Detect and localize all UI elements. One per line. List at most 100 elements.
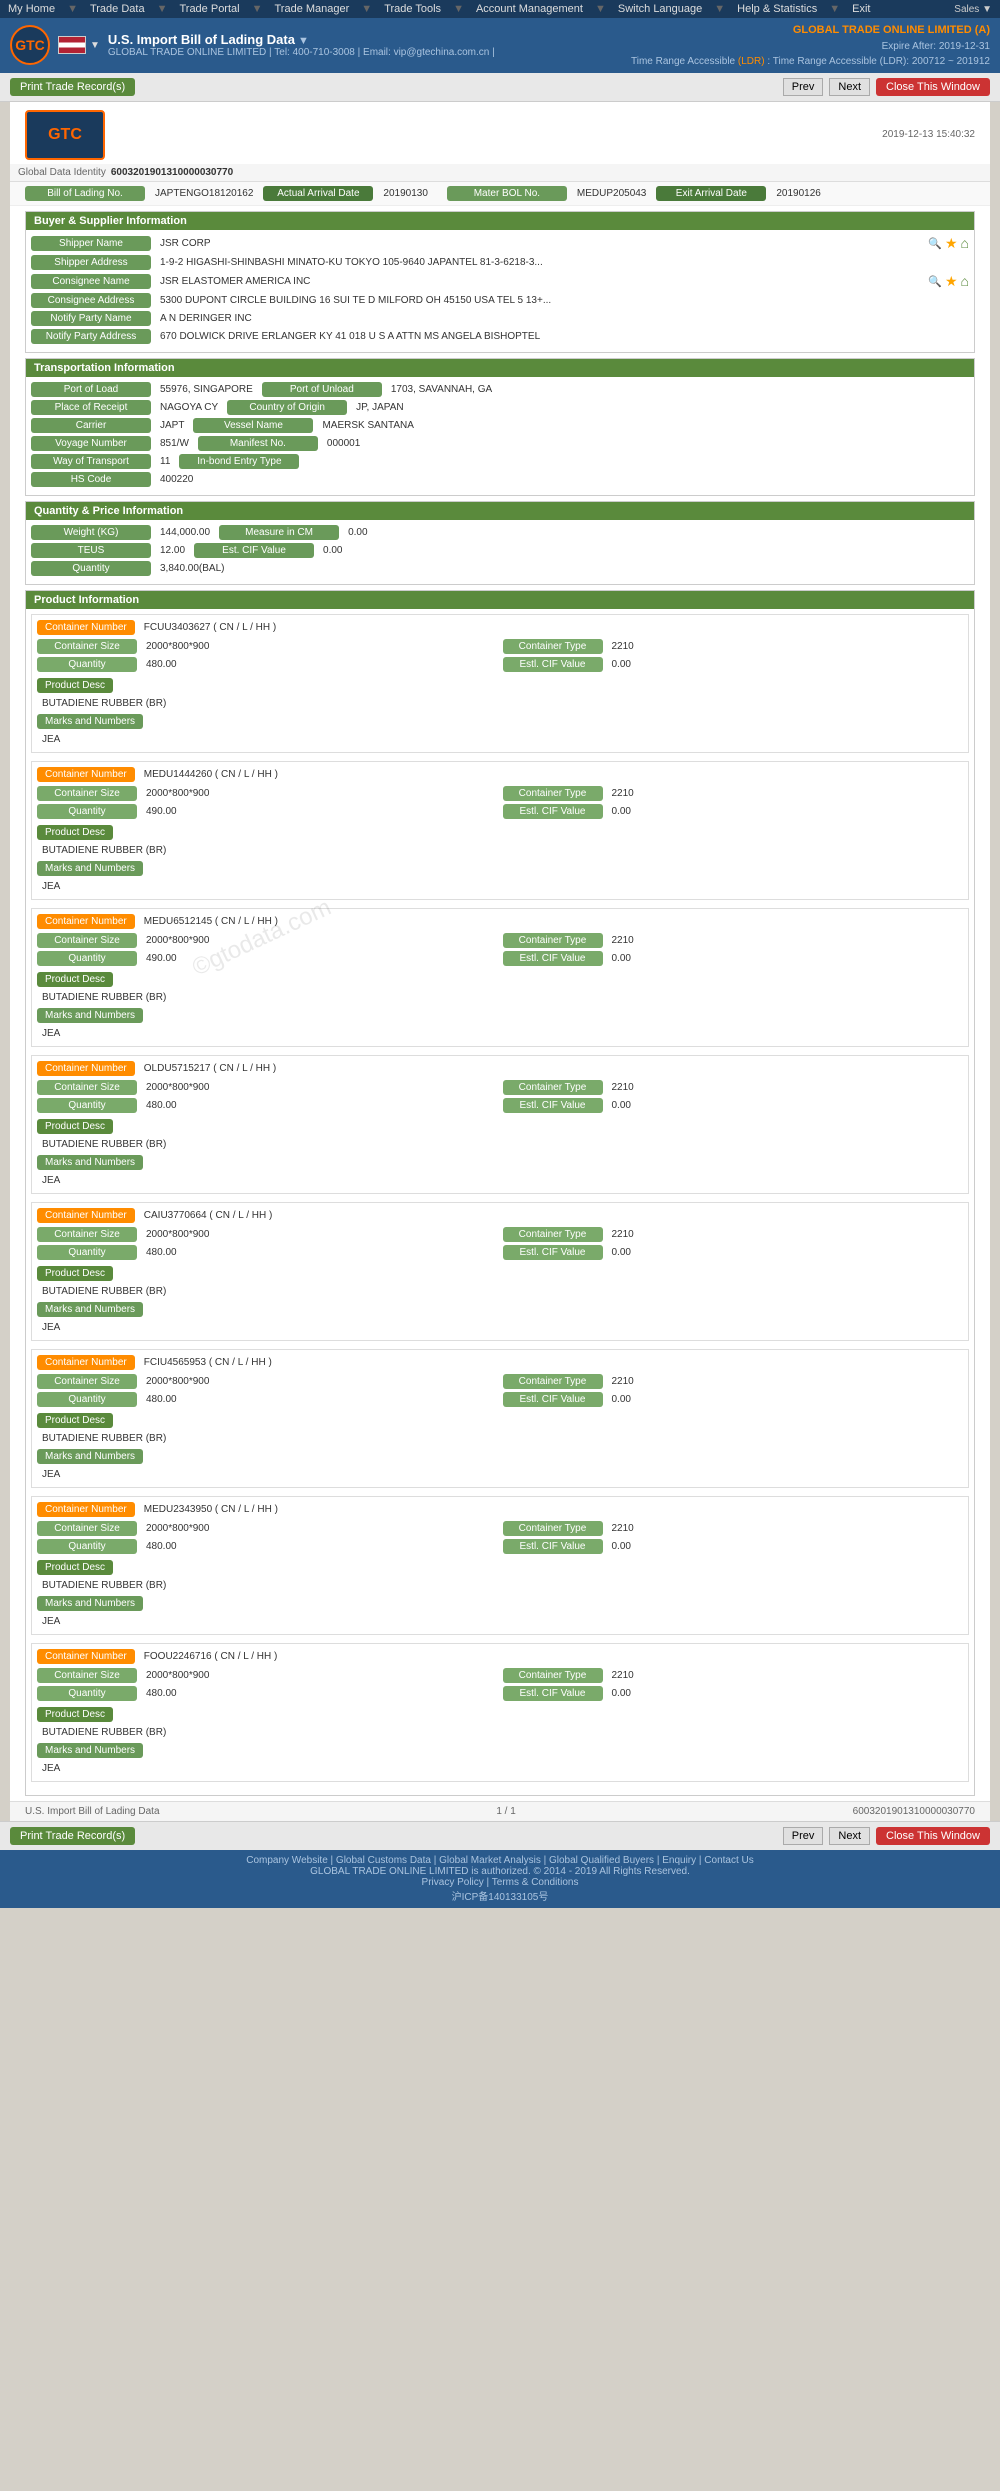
top-toolbar: Print Trade Record(s) Prev Next Close Th… (0, 73, 1000, 102)
container-qty-value-5: 480.00 (142, 1245, 498, 1260)
container-type-value-5: 2210 (608, 1227, 964, 1242)
nav-tradedata[interactable]: Trade Data (90, 3, 145, 15)
bottom-next-btn[interactable]: Next (829, 1827, 870, 1845)
nav-tradetools[interactable]: Trade Tools (384, 3, 441, 15)
container-number-value-8: FOOU2246716 ( CN / L / HH ) (138, 1651, 278, 1662)
container-qty-value-3: 490.00 (142, 951, 498, 966)
container-type-value-1: 2210 (608, 639, 964, 654)
consignee-name-label: Consignee Name (31, 274, 151, 289)
container-qty-row-7: Quantity 480.00 Estl. CIF Value 0.00 (37, 1539, 963, 1554)
container-size-value-6: 2000*800*900 (142, 1374, 498, 1389)
footer-link-buyers[interactable]: Global Qualified Buyers (549, 1855, 654, 1866)
transportation-title: Transportation Information (26, 359, 974, 377)
container-block-6: Container Number FCIU4565953 ( CN / L / … (31, 1349, 969, 1488)
container-size-value-3: 2000*800*900 (142, 933, 498, 948)
marks-label-7: Marks and Numbers (37, 1596, 143, 1611)
product-desc-label-4: Product Desc (37, 1119, 113, 1134)
footer-terms[interactable]: Terms & Conditions (492, 1877, 579, 1888)
container-type-label-1: Container Type (503, 639, 603, 654)
qp-row1: Weight (KG) 144,000.00 Measure in CM 0.0… (31, 525, 969, 543)
voyage-label: Voyage Number (31, 436, 151, 451)
star-icon-2[interactable]: ★ (945, 273, 958, 290)
marks-value-6: JEA (37, 1467, 963, 1482)
house-icon-2[interactable]: ⌂ (961, 273, 969, 289)
nav-accountmgmt[interactable]: Account Management (476, 3, 583, 15)
transport-row2: Place of Receipt NAGOYA CY Country of Or… (31, 400, 969, 418)
title-dropdown-arrow[interactable]: ▼ (298, 35, 309, 47)
header-bar: GTC ▼ U.S. Import Bill of Lading Data ▼ … (0, 18, 1000, 73)
container-number-label-4: Container Number (37, 1061, 135, 1076)
nav-myhome[interactable]: My Home (8, 3, 55, 15)
search-icon-2[interactable]: 🔍 (928, 275, 942, 288)
place-receipt-row: Place of Receipt NAGOYA CY (31, 400, 222, 415)
product-desc-section-1: Product Desc BUTADIENE RUBBER (BR) (37, 675, 963, 711)
nav-exit[interactable]: Exit (852, 3, 870, 15)
container-cif-label-5: Estl. CIF Value (503, 1245, 603, 1260)
next-btn[interactable]: Next (829, 78, 870, 96)
nav-trademanager[interactable]: Trade Manager (274, 3, 349, 15)
container-number-value-6: FCIU4565953 ( CN / L / HH ) (138, 1357, 272, 1368)
bottom-toolbar: Print Trade Record(s) Prev Next Close Th… (0, 1821, 1000, 1850)
container-block-4: Container Number OLDU5715217 ( CN / L / … (31, 1055, 969, 1194)
consignee-icons: 🔍 ★ ⌂ (928, 273, 969, 290)
product-desc-value-4: BUTADIENE RUBBER (BR) (37, 1137, 963, 1152)
footer-link-customs[interactable]: Global Customs Data (336, 1855, 431, 1866)
product-desc-label-8: Product Desc (37, 1707, 113, 1722)
shipper-address-label: Shipper Address (31, 255, 151, 270)
house-icon[interactable]: ⌂ (961, 235, 969, 251)
marks-section-7: Marks and Numbers JEA (37, 1593, 963, 1629)
teus-label: TEUS (31, 543, 151, 558)
buyer-supplier-body: Shipper Name JSR CORP 🔍 ★ ⌂ Shipper Addr… (26, 230, 974, 352)
star-icon[interactable]: ★ (945, 235, 958, 252)
container-cif-label-8: Estl. CIF Value (503, 1686, 603, 1701)
place-receipt-label: Place of Receipt (31, 400, 151, 415)
marks-label-8: Marks and Numbers (37, 1743, 143, 1758)
marks-section-8: Marks and Numbers JEA (37, 1740, 963, 1776)
container-number-row-2: Container Number MEDU1444260 ( CN / L / … (37, 767, 963, 786)
footer-link-market[interactable]: Global Market Analysis (439, 1855, 541, 1866)
bottom-print-btn[interactable]: Print Trade Record(s) (10, 1827, 135, 1845)
footer-privacy[interactable]: Privacy Policy (422, 1877, 484, 1888)
marks-label-6: Marks and Numbers (37, 1449, 143, 1464)
notify-party-label: Notify Party Name (31, 311, 151, 326)
footer-link-enquiry[interactable]: Enquiry (662, 1855, 696, 1866)
marks-value-3: JEA (37, 1026, 963, 1041)
product-desc-value-7: BUTADIENE RUBBER (BR) (37, 1578, 963, 1593)
container-number-row-3: Container Number MEDU6512145 ( CN / L / … (37, 914, 963, 933)
container-cif-value-5: 0.00 (608, 1245, 964, 1260)
container-number-value-7: MEDU2343950 ( CN / L / HH ) (138, 1504, 278, 1515)
company-logo: GTC (10, 25, 50, 65)
page-title-area: U.S. Import Bill of Lading Data ▼ GLOBAL… (108, 32, 495, 58)
footer-link-contact[interactable]: Contact Us (704, 1855, 753, 1866)
container-qty-label-6: Quantity (37, 1392, 137, 1407)
marks-value-8: JEA (37, 1761, 963, 1776)
container-qty-row-4: Quantity 480.00 Estl. CIF Value 0.00 (37, 1098, 963, 1113)
nav-switchlang[interactable]: Switch Language (618, 3, 702, 15)
container-number-row-4: Container Number OLDU5715217 ( CN / L / … (37, 1061, 963, 1080)
marks-value-4: JEA (37, 1173, 963, 1188)
hs-code-row: HS Code 400220 (31, 472, 969, 487)
container-size-value-4: 2000*800*900 (142, 1080, 498, 1095)
nav-helpstats[interactable]: Help & Statistics (737, 3, 817, 15)
container-qty-value-4: 480.00 (142, 1098, 498, 1113)
shipper-name-label: Shipper Name (31, 236, 151, 251)
bottom-close-btn[interactable]: Close This Window (876, 1827, 990, 1845)
container-type-label-8: Container Type (503, 1668, 603, 1683)
close-window-btn[interactable]: Close This Window (876, 78, 990, 96)
container-qty-value-6: 480.00 (142, 1392, 498, 1407)
print-trade-btn[interactable]: Print Trade Record(s) (10, 78, 135, 96)
bottom-prev-btn[interactable]: Prev (783, 1827, 824, 1845)
est-cif-row: Est. CIF Value 0.00 (194, 543, 346, 558)
footer-links: Company Website | Global Customs Data | … (5, 1855, 995, 1866)
inbond-value (304, 459, 312, 463)
product-desc-label-2: Product Desc (37, 825, 113, 840)
search-icon[interactable]: 🔍 (928, 237, 942, 250)
nav-tradeportal[interactable]: Trade Portal (179, 3, 239, 15)
way-transport-value: 11 (156, 454, 174, 469)
container-block-7: Container Number MEDU2343950 ( CN / L / … (31, 1496, 969, 1635)
footer-icp: 沪ICP备140133105号 (5, 1888, 995, 1903)
prev-btn[interactable]: Prev (783, 78, 824, 96)
manifest-label: Manifest No. (198, 436, 318, 451)
footer-link-company[interactable]: Company Website (246, 1855, 328, 1866)
way-transport-label: Way of Transport (31, 454, 151, 469)
